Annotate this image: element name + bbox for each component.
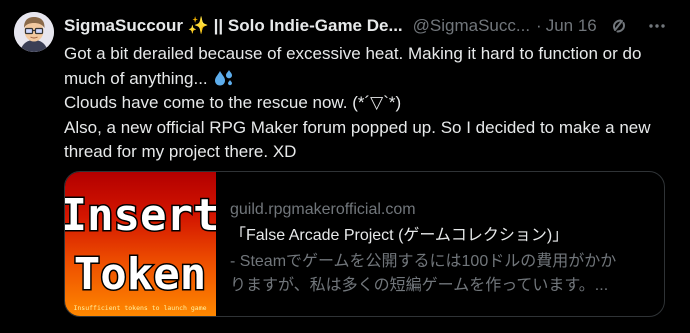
grok-icon[interactable]: [609, 16, 629, 36]
sweat-droplets-emoji: [214, 69, 234, 87]
more-icon[interactable]: [647, 16, 667, 36]
thumbnail-title-line1: Insert: [65, 190, 216, 241]
tweet-text-line: Also, a new official RPG Maker forum pop…: [64, 117, 651, 137]
avatar[interactable]: [14, 12, 54, 52]
card-description: - Steamでゲームを公開するには100ドルの費用がかか りますが、私は多くの…: [230, 250, 650, 298]
thumbnail-caption: Insufficient tokens to launch game: [73, 304, 206, 312]
separator-dot: ·: [536, 16, 542, 35]
tweet-date[interactable]: Jun 16: [546, 16, 597, 36]
author-display-name[interactable]: SigmaSuccour ✨ || Solo Indie-Game De...: [64, 16, 403, 36]
card-thumbnail[interactable]: Insert Token Insufficient tokens to laun…: [65, 172, 216, 316]
tweet-text: Got a bit derailed because of excessive …: [64, 42, 674, 165]
card-description-line: - Steamでゲームを公開するには100ドルの費用がかか: [230, 253, 617, 270]
card-domain: guild.rpgmakerofficial.com: [230, 201, 416, 218]
card-title: 「False Arcade Project (ゲームコレクション)」: [230, 227, 569, 244]
card-body[interactable]: guild.rpgmakerofficial.com 「False Arcade…: [230, 200, 650, 298]
link-preview-card[interactable]: Insert Token Insufficient tokens to laun…: [64, 171, 665, 317]
card-description-line: りますが、私は多くの短編ゲームを作っています。...: [230, 277, 609, 294]
author-handle[interactable]: @SigmaSucc...: [413, 16, 530, 36]
thumbnail-title-line2: Token: [74, 249, 206, 300]
tweet-header: SigmaSuccour ✨ || Solo Indie-Game De... …: [64, 14, 674, 38]
tweet-text-line: thread for my project there. XD: [64, 142, 297, 161]
tweet-text-line: Got a bit derailed because of excessive …: [64, 44, 642, 63]
tweet-text-line: much of anything...: [64, 67, 674, 92]
tweet-text-line: Clouds have come to the rescue now. (*´▽…: [64, 93, 402, 112]
